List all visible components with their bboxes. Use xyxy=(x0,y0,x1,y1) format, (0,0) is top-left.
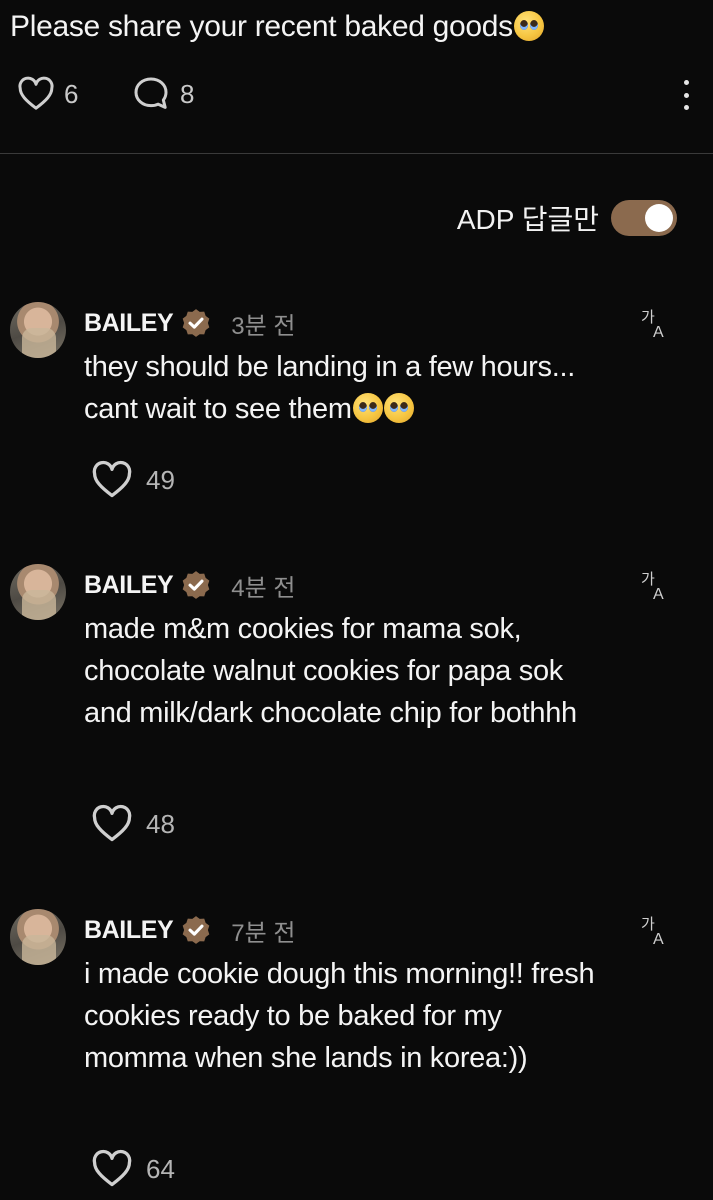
pleading-face-emoji-icon xyxy=(352,393,383,423)
toggle-knob xyxy=(645,204,673,232)
heart-icon xyxy=(92,1149,132,1187)
comment-like-button[interactable]: 48 xyxy=(90,802,175,846)
post-title: Please share your recent baked goods xyxy=(10,10,544,44)
translate-icon[interactable]: 가 A xyxy=(639,917,673,951)
translate-icon-top: 가 xyxy=(641,916,655,933)
username[interactable]: BAILEY xyxy=(84,571,174,600)
filter-toggle[interactable] xyxy=(611,200,677,236)
comment-like-count: 48 xyxy=(146,808,175,839)
comment-bubble-icon xyxy=(134,77,168,109)
comment-like-button[interactable]: 49 xyxy=(90,458,175,502)
post-comment-count: 8 xyxy=(180,78,195,109)
heart-icon xyxy=(92,460,132,498)
adp-reply-filter: ADP 답글만 xyxy=(457,198,677,238)
comment-text-body: they should be landing in a few hours...… xyxy=(84,351,575,425)
comment-text: made m&m cookies for mama sok, chocolate… xyxy=(84,613,577,729)
avatar[interactable] xyxy=(10,564,66,620)
pleading-face-emoji-icon xyxy=(513,11,544,41)
translate-icon-bottom: A xyxy=(653,586,664,603)
post-comment-button[interactable]: 8 xyxy=(130,74,194,114)
comment-like-button[interactable]: 64 xyxy=(90,1147,175,1191)
filter-label: ADP 답글만 xyxy=(456,204,599,235)
pleading-face-emoji-icon xyxy=(383,393,414,423)
translate-icon-top: 가 xyxy=(641,571,655,588)
translate-icon-bottom: A xyxy=(653,931,664,948)
heart-icon xyxy=(18,76,54,110)
comment-header: BAILEY 7분 전 xyxy=(84,913,295,948)
username[interactable]: BAILEY xyxy=(84,916,174,945)
avatar[interactable] xyxy=(10,302,66,358)
translate-icon-top: 가 xyxy=(641,309,655,326)
verified-badge-icon xyxy=(182,915,210,944)
heart-icon xyxy=(92,804,132,842)
post-like-count: 6 xyxy=(64,78,79,109)
comment-time: 4분 전 xyxy=(231,575,296,602)
post-like-button[interactable]: 6 xyxy=(16,74,78,114)
comment-header: BAILEY 3분 전 xyxy=(84,306,295,341)
post-actions: 6 8 xyxy=(16,74,696,118)
divider xyxy=(0,153,713,154)
more-options-icon[interactable] xyxy=(680,80,692,110)
comment-text: they should be landing in a few hours...… xyxy=(84,346,604,430)
comment-time: 7분 전 xyxy=(231,920,296,947)
comment-like-count: 64 xyxy=(146,1153,175,1184)
comment-text: i made cookie dough this morning!! fresh… xyxy=(84,958,595,1074)
username[interactable]: BAILEY xyxy=(84,309,174,338)
verified-badge-icon xyxy=(182,570,210,599)
verified-badge-icon xyxy=(182,308,210,337)
comment-time: 3분 전 xyxy=(231,313,296,340)
translate-icon[interactable]: 가 A xyxy=(639,572,673,606)
post-title-text: Please share your recent baked goods xyxy=(10,10,513,43)
translate-icon-bottom: A xyxy=(653,324,664,341)
comment-header: BAILEY 4분 전 xyxy=(84,568,295,603)
translate-icon[interactable]: 가 A xyxy=(639,310,673,344)
avatar[interactable] xyxy=(10,909,66,965)
comment-like-count: 49 xyxy=(146,464,175,495)
